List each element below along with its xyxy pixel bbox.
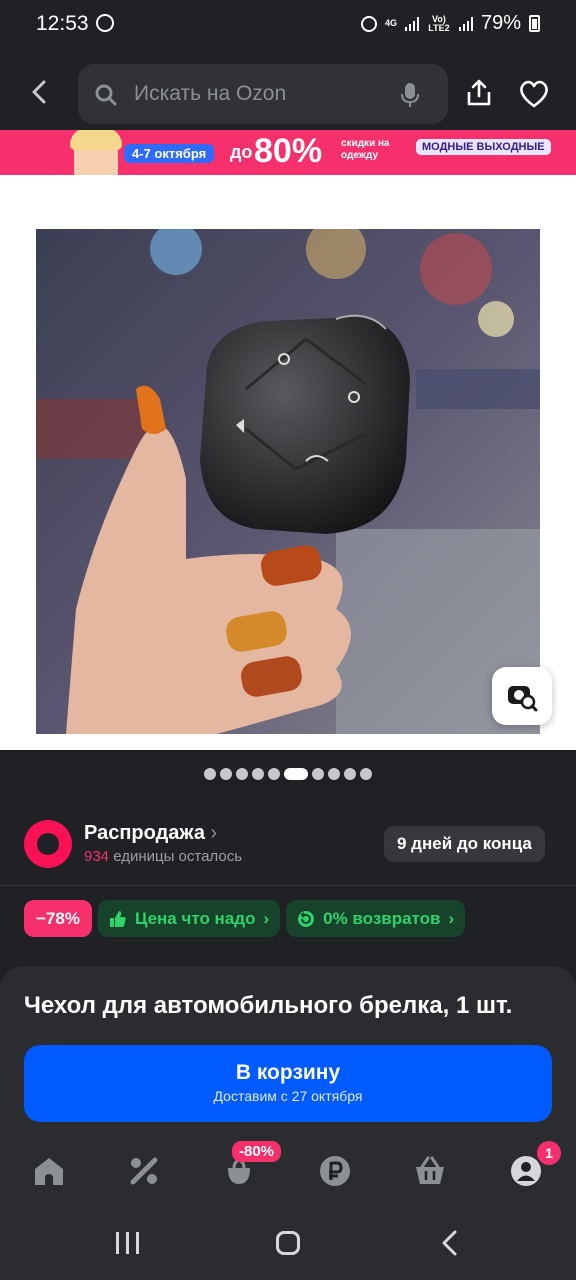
search-icon	[95, 84, 117, 106]
top-app-bar: Искать на Ozon	[0, 52, 576, 130]
promo-banner[interactable]: 4-7 октября до 80% скидки на одежду МОДН…	[0, 130, 576, 175]
discount-badge: −78%	[24, 900, 92, 937]
pagination-dot[interactable]	[204, 768, 216, 780]
network-type-label: 4G	[384, 18, 397, 28]
sale-section[interactable]: Распродажа › 934 единицы осталось 9 дней…	[0, 810, 576, 880]
pagination-dot[interactable]	[236, 768, 248, 780]
product-photo[interactable]	[36, 229, 540, 734]
status-indicators: 4G Vo) LTE2 79%	[360, 12, 540, 35]
banner-percent: 80%	[254, 132, 323, 170]
search-placeholder: Искать на Ozon	[134, 82, 287, 105]
thumbs-up-icon	[109, 910, 126, 927]
pagination-dot[interactable]	[312, 768, 324, 780]
product-gallery[interactable]	[0, 175, 576, 750]
back-button[interactable]	[26, 78, 54, 106]
system-back-button[interactable]	[440, 1230, 460, 1256]
product-photo-illustration	[36, 229, 540, 734]
pagination-dot[interactable]	[252, 768, 264, 780]
basket-icon[interactable]	[413, 1154, 447, 1188]
remaining-count: 934	[84, 848, 110, 865]
banner-model-image	[70, 130, 122, 175]
home-button[interactable]	[276, 1231, 300, 1255]
image-search-button[interactable]	[492, 667, 552, 725]
chevron-right-icon: ›	[448, 909, 455, 928]
sale-title: Распродажа	[84, 822, 205, 844]
product-badges: −78% Цена что надо › 0% возвратов ›	[24, 900, 466, 937]
days-left-badge: 9 дней до конца	[384, 826, 545, 862]
alarm-icon	[360, 15, 377, 32]
sale-title-link[interactable]: Распродажа ›	[84, 822, 217, 845]
add-to-cart-label: В корзину	[235, 1061, 341, 1084]
returns-badge[interactable]: 0% возвратов ›	[286, 900, 466, 937]
pagination-dot[interactable]	[284, 768, 308, 780]
heart-icon	[520, 80, 548, 108]
banner-dates: 4-7 октября	[124, 144, 215, 163]
promo-badge: -80%	[232, 1141, 282, 1162]
returns-label: 0% возвратов	[323, 909, 441, 928]
returns-icon	[298, 910, 315, 927]
gallery-pagination	[0, 768, 576, 780]
home-icon[interactable]	[32, 1154, 66, 1188]
bottom-tab-bar	[0, 1140, 576, 1204]
good-price-label: Цена что надо	[134, 909, 256, 928]
pagination-dot[interactable]	[360, 768, 372, 780]
camera-search-icon	[508, 686, 538, 712]
signal-icon	[404, 16, 419, 31]
favorite-button[interactable]	[518, 80, 550, 113]
pagination-dot[interactable]	[344, 768, 356, 780]
percent-icon[interactable]	[127, 1154, 161, 1188]
sale-logo-icon	[24, 820, 72, 868]
recent-apps-button[interactable]	[116, 1232, 139, 1254]
navigation-status-icon	[96, 14, 114, 32]
battery-icon	[529, 15, 540, 32]
share-icon	[467, 79, 491, 106]
microphone-icon[interactable]	[400, 82, 420, 108]
signal-icon-2	[458, 16, 473, 31]
system-navigation-bar	[0, 1204, 576, 1280]
banner-upto: до	[230, 142, 253, 162]
product-title: Чехол для автомобильного брелка, 1 шт.	[24, 992, 513, 1019]
divider	[0, 885, 576, 886]
ruble-icon[interactable]	[318, 1154, 352, 1188]
chevron-right-icon: ›	[210, 822, 218, 844]
pagination-dot[interactable]	[268, 768, 280, 780]
search-bar[interactable]: Искать на Ozon	[78, 64, 448, 124]
pagination-dot[interactable]	[220, 768, 232, 780]
banner-tag: МОДНЫЕ ВЫХОДНЫЕ	[416, 139, 551, 155]
share-button[interactable]	[464, 78, 494, 113]
status-time: 12:53	[36, 12, 89, 35]
pagination-dot[interactable]	[328, 768, 340, 780]
status-bar: 12:53 4G Vo) LTE2 79%	[0, 0, 576, 52]
add-to-cart-button[interactable]: В корзину Доставим с 27 октября	[24, 1045, 552, 1122]
volte-label: Vo) LTE2	[428, 13, 450, 33]
back-arrow-icon	[32, 80, 46, 104]
battery-percent: 79%	[480, 12, 521, 34]
chevron-right-icon: ›	[263, 909, 270, 928]
remaining-text: единицы осталось	[113, 848, 243, 865]
profile-count-badge: 1	[537, 1141, 561, 1165]
delivery-date: Доставим с 27 октября	[213, 1088, 363, 1104]
good-price-badge[interactable]: Цена что надо ›	[97, 900, 281, 937]
banner-discount-text: скидки на одежду	[341, 138, 390, 161]
sale-remaining: 934 единицы осталось	[84, 848, 242, 865]
